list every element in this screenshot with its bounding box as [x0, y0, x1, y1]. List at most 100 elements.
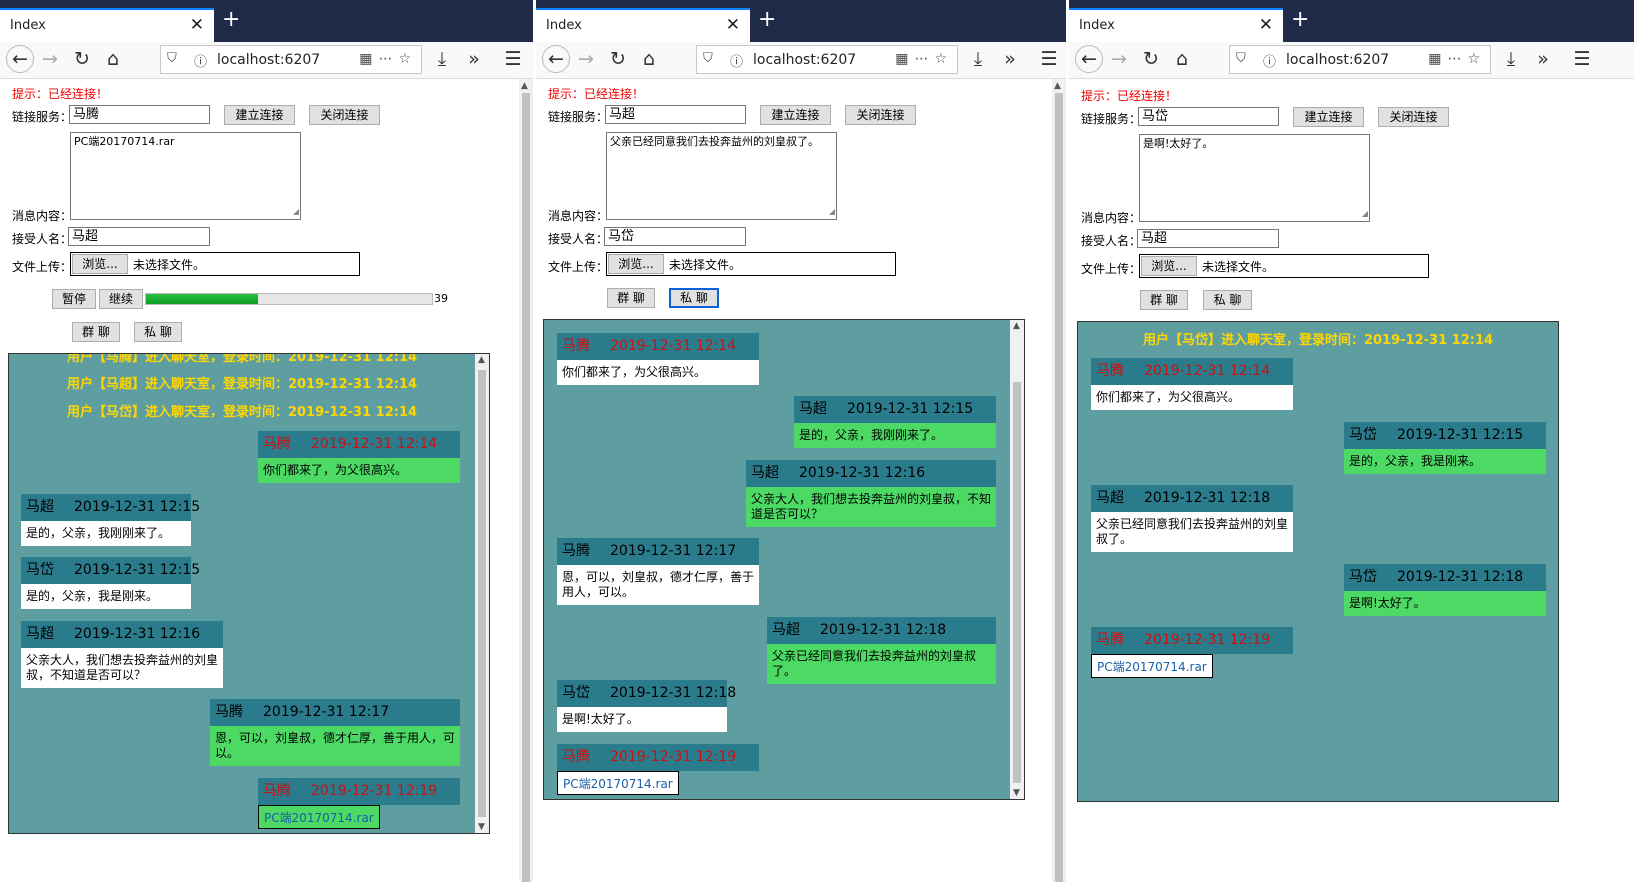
- resume-button[interactable]: 继续: [99, 289, 143, 309]
- scroll-up-icon[interactable]: ▲: [478, 355, 485, 365]
- scrollbar-thumb[interactable]: [1055, 93, 1063, 882]
- address-bar[interactable]: ⛉ ⓘ localhost:6207 ▦⋯☆: [696, 45, 958, 74]
- reload-icon[interactable]: ↻: [604, 45, 632, 73]
- file-link[interactable]: PC端20170714.rar: [258, 805, 380, 829]
- chat-box[interactable]: 用户【马岱】进入聊天室，登录时间：2019-12-31 12:14 马腾 2019…: [1077, 321, 1559, 802]
- group-chat-button[interactable]: 群 聊: [607, 288, 655, 308]
- message-body: 父亲已经同意我们去投奔益州的刘皇叔了。: [1091, 512, 1293, 552]
- forward-icon[interactable]: →: [36, 45, 64, 73]
- file-link[interactable]: PC端20170714.rar: [557, 771, 679, 795]
- url-text[interactable]: localhost:6207: [217, 52, 320, 68]
- reload-icon[interactable]: ↻: [68, 45, 96, 73]
- scroll-up-icon[interactable]: ▲: [1013, 321, 1020, 331]
- close-tab-icon[interactable]: ✕: [1259, 15, 1273, 35]
- pause-button[interactable]: 暂停: [52, 289, 96, 309]
- receiver-input[interactable]: 马超: [68, 227, 210, 246]
- tab-index[interactable]: Index ✕: [536, 8, 750, 42]
- url-text[interactable]: localhost:6207: [753, 52, 856, 68]
- page-actions-icon[interactable]: ▦⋯☆: [895, 51, 953, 67]
- download-icon[interactable]: ⤓: [964, 45, 992, 73]
- menu-icon[interactable]: ☰: [1035, 45, 1063, 73]
- group-chat-button[interactable]: 群 聊: [1140, 290, 1188, 310]
- close-tab-icon[interactable]: ✕: [726, 15, 740, 35]
- back-icon[interactable]: ←: [6, 45, 34, 73]
- service-input[interactable]: 马腾: [69, 105, 210, 124]
- scroll-down-icon[interactable]: ▼: [1013, 788, 1020, 798]
- file-link[interactable]: PC端20170714.rar: [1091, 654, 1213, 678]
- file-upload-field[interactable]: 浏览... 未选择文件。: [606, 252, 896, 276]
- message-textarea[interactable]: 是啊!太好了。 ◢: [1139, 134, 1370, 222]
- private-chat-button[interactable]: 私 聊: [1203, 290, 1252, 310]
- file-upload-field[interactable]: 浏览... 未选择文件。: [70, 252, 360, 276]
- download-icon[interactable]: ⤓: [428, 45, 456, 73]
- info-icon[interactable]: ⓘ: [730, 51, 743, 70]
- home-icon[interactable]: ⌂: [635, 45, 663, 73]
- scroll-up-icon[interactable]: ▲: [521, 81, 528, 91]
- reload-icon[interactable]: ↻: [1137, 45, 1165, 73]
- chat-box[interactable]: 用户【马腾】进入聊天室，登录时间：2019-12-31 12:14 用户【马超】…: [8, 353, 490, 834]
- overflow-icon[interactable]: »: [460, 45, 488, 73]
- file-upload-field[interactable]: 浏览... 未选择文件。: [1139, 254, 1429, 278]
- scrollbar-thumb[interactable]: [478, 370, 486, 817]
- home-icon[interactable]: ⌂: [1168, 45, 1196, 73]
- menu-icon[interactable]: ☰: [1568, 45, 1596, 73]
- browse-button[interactable]: 浏览...: [1141, 256, 1197, 276]
- new-tab-icon[interactable]: +: [758, 7, 776, 32]
- close-connection-button[interactable]: 关闭连接: [1378, 107, 1449, 127]
- connect-button[interactable]: 建立连接: [1293, 107, 1364, 127]
- group-chat-button[interactable]: 群 聊: [72, 322, 120, 342]
- scroll-down-icon[interactable]: ▼: [478, 822, 485, 832]
- chat-scrollbar[interactable]: ▲ ▼: [475, 354, 489, 833]
- receiver-input[interactable]: 马超: [1137, 229, 1279, 248]
- info-icon[interactable]: ⓘ: [1263, 51, 1276, 70]
- service-input[interactable]: 马超: [605, 105, 746, 124]
- address-bar[interactable]: ⛉ ⓘ localhost:6207 ▦⋯☆: [160, 45, 422, 74]
- close-connection-button[interactable]: 关闭连接: [845, 105, 916, 125]
- private-chat-button[interactable]: 私 聊: [669, 288, 719, 308]
- close-connection-button[interactable]: 关闭连接: [309, 105, 380, 125]
- new-tab-icon[interactable]: +: [222, 7, 240, 32]
- system-message: 用户【马腾】进入聊天室，登录时间：2019-12-31 12:14: [66, 353, 418, 365]
- download-icon[interactable]: ⤓: [1497, 45, 1525, 73]
- back-icon[interactable]: ←: [542, 45, 570, 73]
- scrollbar-thumb[interactable]: [522, 93, 530, 882]
- overflow-icon[interactable]: »: [1529, 45, 1557, 73]
- tab-index[interactable]: Index ✕: [0, 8, 214, 42]
- forward-icon[interactable]: →: [1105, 45, 1133, 73]
- scrollbar-thumb[interactable]: [1013, 382, 1021, 783]
- browse-button[interactable]: 浏览...: [72, 254, 128, 274]
- chat-box[interactable]: 马腾 2019-12-31 12:14 你们都来了，为父很高兴。 马超 2019-1…: [543, 319, 1025, 800]
- resize-grip-icon[interactable]: ◢: [293, 205, 299, 219]
- service-input[interactable]: 马岱: [1138, 107, 1279, 126]
- address-bar[interactable]: ⛉ ⓘ localhost:6207 ▦⋯☆: [1229, 45, 1491, 74]
- overflow-icon[interactable]: »: [996, 45, 1024, 73]
- chat-scrollbar[interactable]: ▲ ▼: [1010, 320, 1024, 799]
- url-text[interactable]: localhost:6207: [1286, 52, 1389, 68]
- file-status: 未选择文件。: [1202, 260, 1275, 274]
- page-actions-icon[interactable]: ▦⋯☆: [359, 51, 417, 67]
- resize-grip-icon[interactable]: ◢: [829, 205, 835, 219]
- shield-icon[interactable]: ⛉: [167, 51, 177, 66]
- home-icon[interactable]: ⌂: [99, 45, 127, 73]
- forward-icon[interactable]: →: [572, 45, 600, 73]
- page-actions-icon[interactable]: ▦⋯☆: [1428, 51, 1486, 67]
- new-tab-icon[interactable]: +: [1291, 7, 1309, 32]
- message-textarea[interactable]: PC端20170714.rar ◢: [70, 132, 301, 220]
- page-scrollbar[interactable]: ▲: [519, 79, 533, 882]
- private-chat-button[interactable]: 私 聊: [134, 322, 182, 342]
- receiver-input[interactable]: 马岱: [604, 227, 746, 246]
- resize-grip-icon[interactable]: ◢: [1362, 207, 1368, 221]
- shield-icon[interactable]: ⛉: [703, 51, 713, 66]
- info-icon[interactable]: ⓘ: [194, 51, 207, 70]
- menu-icon[interactable]: ☰: [499, 45, 527, 73]
- connect-button[interactable]: 建立连接: [760, 105, 831, 125]
- page-scrollbar[interactable]: ▲: [1052, 79, 1066, 882]
- tab-index[interactable]: Index ✕: [1069, 8, 1283, 42]
- scroll-up-icon[interactable]: ▲: [1054, 81, 1061, 91]
- close-tab-icon[interactable]: ✕: [190, 15, 204, 35]
- back-icon[interactable]: ←: [1075, 45, 1103, 73]
- message-textarea[interactable]: 父亲已经同意我们去投奔益州的刘皇叔了。 ◢: [606, 132, 837, 220]
- shield-icon[interactable]: ⛉: [1236, 51, 1246, 66]
- browse-button[interactable]: 浏览...: [608, 254, 664, 274]
- connect-button[interactable]: 建立连接: [224, 105, 295, 125]
